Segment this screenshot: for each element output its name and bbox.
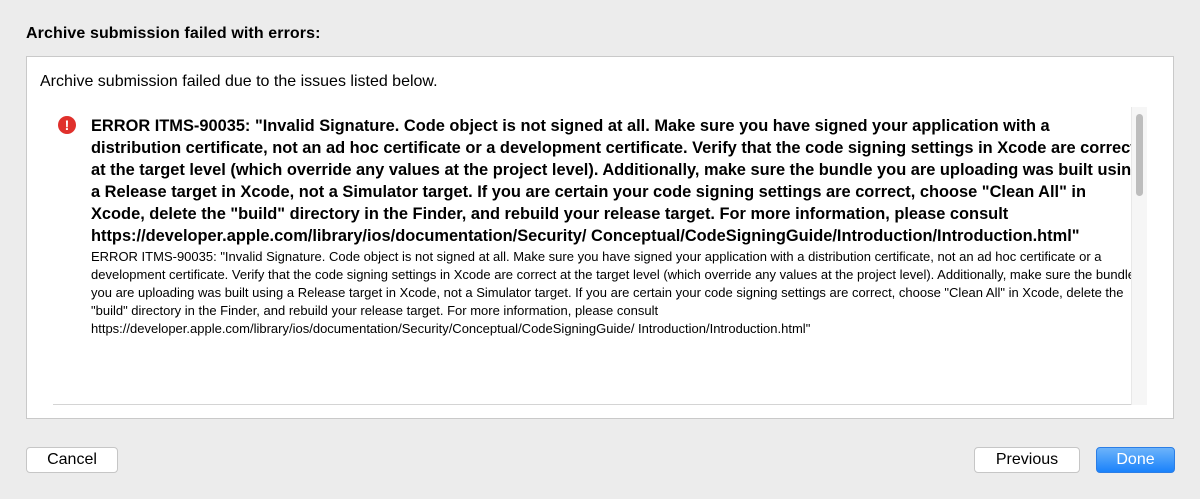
vertical-scrollbar[interactable] (1131, 107, 1147, 405)
cancel-button[interactable]: Cancel (26, 447, 118, 473)
issues-intro: Archive submission failed due to the iss… (40, 73, 438, 90)
issues-panel: Archive submission failed due to the iss… (26, 56, 1174, 419)
done-button[interactable]: Done (1096, 447, 1175, 473)
error-icon: ! (58, 116, 76, 134)
issues-list[interactable]: ! ERROR ITMS-90035: "Invalid Signature. … (55, 109, 1147, 405)
list-item: ! ERROR ITMS-90035: "Invalid Signature. … (55, 109, 1147, 338)
list-divider (53, 404, 1147, 405)
scrollbar-thumb[interactable] (1136, 114, 1143, 196)
issue-detail: ERROR ITMS-90035: "Invalid Signature. Co… (91, 249, 1135, 336)
previous-button[interactable]: Previous (974, 447, 1080, 473)
archive-error-dialog: Archive submission failed with errors: A… (0, 0, 1200, 499)
dialog-heading: Archive submission failed with errors: (26, 25, 321, 42)
issue-title: ERROR ITMS-90035: "Invalid Signature. Co… (91, 117, 1142, 245)
